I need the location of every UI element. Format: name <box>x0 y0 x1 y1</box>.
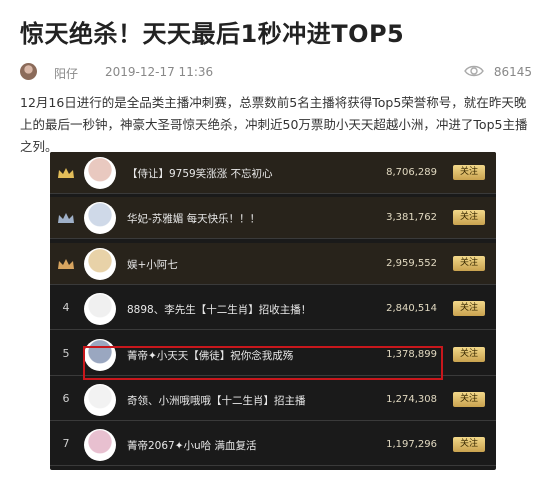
row-divider <box>50 420 496 421</box>
article-title: 惊天绝杀！天天最后1秒冲进TOP5 <box>20 20 405 48</box>
follow-button[interactable]: 关注 <box>453 437 485 453</box>
row-divider <box>50 193 496 194</box>
streamer-name[interactable]: 【侍让】9759笑涨涨 不忘初心 <box>127 166 273 181</box>
eye-icon <box>464 65 484 77</box>
crown-icon <box>58 213 74 224</box>
follow-button[interactable]: 关注 <box>453 346 485 362</box>
streamer-avatar[interactable] <box>84 384 116 416</box>
crown-icon <box>58 168 74 178</box>
follow-button[interactable]: 关注 <box>453 392 485 407</box>
leaderboard-screenshot: 7 菁帝2067✦小u哈 满血复活 1,197,296 关注 6 奇领、小洲哦哦哦【十二生… <box>50 152 496 470</box>
follow-button[interactable]: 关注 <box>453 255 485 271</box>
streamer-name[interactable]: 华妃-苏雅媚 每天快乐！！！ <box>127 211 260 226</box>
streamer-name[interactable]: 菁帝2067✦小u哈 满血复活 <box>127 438 257 453</box>
leaderboard-row: 7 菁帝2067✦小u哈 满血复活 1,197,296 关注 <box>50 424 496 467</box>
rank-number: 5 <box>62 346 70 360</box>
streamer-avatar[interactable] <box>84 202 116 235</box>
leaderboard-row: 华妃-苏雅媚 每天快乐！！！ 3,381,762 关注 <box>50 197 496 240</box>
view-count: 86145 <box>493 65 532 79</box>
follow-button[interactable]: 关注 <box>453 165 485 180</box>
highlight-box <box>83 346 443 380</box>
streamer-name[interactable]: 奇领、小洲哦哦哦【十二生肖】招主播 <box>127 393 306 408</box>
rank-number: 7 <box>62 437 70 451</box>
rank-number: 6 <box>62 392 70 405</box>
streamer-avatar[interactable] <box>84 247 116 280</box>
article-paragraph: 12月16日进行的是全品类主播冲刺赛，总票数前5名主播将获得Top5荣誉称号，就… <box>20 95 528 154</box>
vote-count: 1,197,296 <box>386 439 437 451</box>
author-name[interactable]: 阳仔 <box>54 65 78 82</box>
article-meta: 阳仔 2019-12-17 11:36 86145 <box>20 63 532 83</box>
streamer-avatar[interactable] <box>84 429 116 462</box>
author-avatar[interactable] <box>20 63 37 80</box>
leaderboard-row: 6 奇领、小洲哦哦哦【十二生肖】招主播 1,274,308 关注 <box>50 379 496 421</box>
publish-date: 2019-12-17 11:36 <box>105 65 214 79</box>
streamer-name[interactable]: 娱+小阿七 <box>127 257 178 272</box>
row-divider <box>50 465 496 467</box>
follow-button[interactable]: 关注 <box>453 210 485 226</box>
streamer-name[interactable]: 8898、李先生【十二生肖】招收主播！ <box>127 302 311 317</box>
row-divider <box>50 329 496 331</box>
vote-count: 1,274,308 <box>386 394 437 405</box>
row-divider <box>50 283 496 285</box>
row-divider <box>50 238 496 240</box>
streamer-avatar[interactable] <box>84 293 116 326</box>
crown-icon <box>58 258 74 269</box>
streamer-avatar[interactable] <box>84 157 116 189</box>
vote-count: 2,840,514 <box>386 303 437 315</box>
vote-count: 8,706,289 <box>386 167 437 178</box>
vote-count: 3,381,762 <box>386 212 437 224</box>
follow-button[interactable]: 关注 <box>453 301 485 317</box>
leaderboard-row: 【侍让】9759笑涨涨 不忘初心 8,706,289 关注 <box>50 152 496 194</box>
leaderboard-row: 4 8898、李先生【十二生肖】招收主播！ 2,840,514 关注 <box>50 288 496 331</box>
rank-number: 4 <box>62 301 70 315</box>
vote-count: 2,959,552 <box>386 257 437 269</box>
leaderboard-row: 娱+小阿七 2,959,552 关注 <box>50 242 496 285</box>
